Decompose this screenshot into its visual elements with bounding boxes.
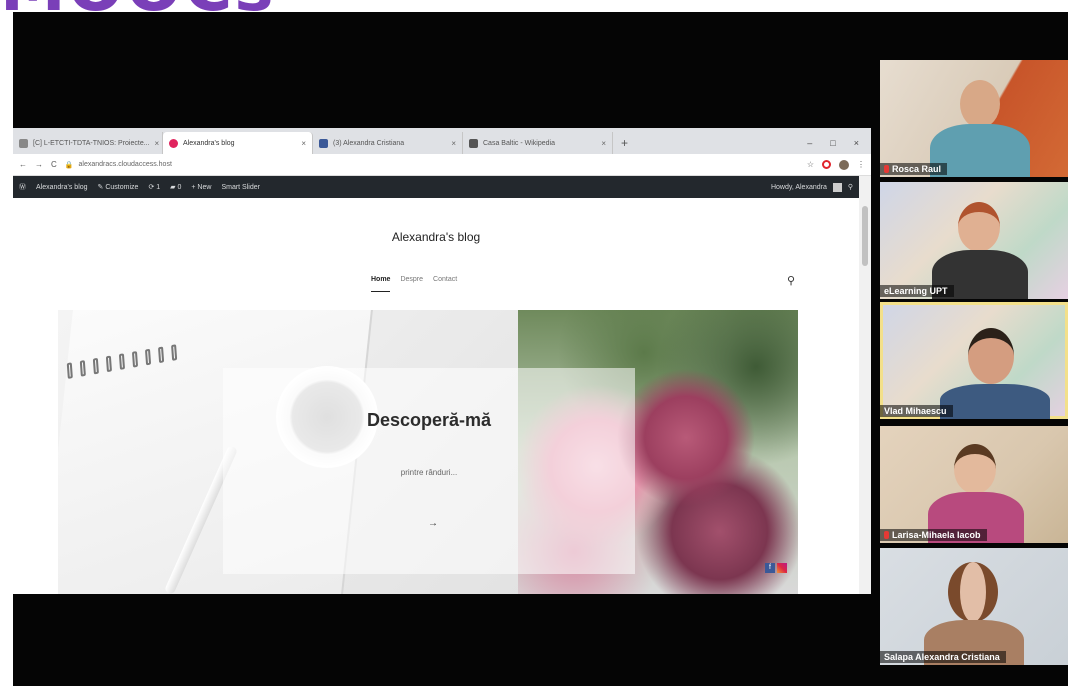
mic-muted-icon <box>884 531 889 539</box>
facebook-icon[interactable]: f <box>765 563 775 573</box>
participant-video <box>960 80 1000 128</box>
scrollbar-thumb[interactable] <box>862 206 868 266</box>
lock-icon: 🔒 <box>64 161 74 169</box>
shared-browser-window: [C] L-ETCTI-TDTA-TNIOS: Proiecte... × Al… <box>13 128 871 594</box>
participant-name-label: Vlad Mihaescu <box>880 405 953 417</box>
participant-tile[interactable]: Rosca Raul <box>880 60 1068 177</box>
admin-updates-link[interactable]: ⟳ 1 <box>148 183 160 191</box>
tab-label: Casa Baltic - Wikipedia <box>483 139 555 147</box>
admin-new-link[interactable]: + New <box>191 184 211 191</box>
admin-customize-link[interactable]: ✎ Customize <box>98 183 139 191</box>
browser-tab-active[interactable]: Alexandra's blog × <box>163 132 313 154</box>
participant-name-label: eLearning UPT <box>880 285 954 297</box>
site-title[interactable]: Alexandra's blog <box>13 230 859 244</box>
participant-name-label: Rosca Raul <box>880 163 948 175</box>
participant-tile[interactable]: eLearning UPT <box>880 182 1068 299</box>
instagram-icon[interactable] <box>777 563 787 573</box>
hero-arrow-icon[interactable]: → <box>428 518 438 529</box>
tab-label: Alexandra's blog <box>183 139 235 147</box>
browser-tab[interactable]: (3) Alexandra Cristiana × <box>313 132 463 154</box>
mic-muted-icon <box>884 165 889 173</box>
close-window-icon[interactable]: × <box>854 138 859 148</box>
participant-tile[interactable]: Larisa-Mihaela Iacob <box>880 426 1068 543</box>
opera-extension-icon[interactable] <box>822 160 831 169</box>
tab-close-icon[interactable]: × <box>155 139 160 148</box>
address-bar: ← → C 🔒 alexandracs.cloudaccess.host ☆ ⋮ <box>13 154 871 176</box>
admin-search-icon[interactable]: ⚲ <box>848 183 853 191</box>
admin-greeting[interactable]: Howdy, Alexandra <box>771 184 827 191</box>
browser-tab[interactable]: Casa Baltic - Wikipedia × <box>463 132 613 154</box>
page-scrollbar[interactable] <box>859 176 871 594</box>
tab-close-icon[interactable]: × <box>451 139 456 148</box>
minimize-icon[interactable]: – <box>807 138 812 148</box>
browser-tab[interactable]: [C] L-ETCTI-TDTA-TNIOS: Proiecte... × <box>13 132 163 154</box>
new-tab-button[interactable]: + <box>613 132 636 154</box>
wikipedia-favicon-icon <box>469 138 478 148</box>
back-icon[interactable]: ← <box>19 160 27 169</box>
site-navigation: Home Despre Contact <box>371 276 457 292</box>
tab-favicon-icon <box>19 138 28 148</box>
participant-video <box>968 328 1014 384</box>
site-search-icon[interactable]: ⚲ <box>787 274 795 287</box>
tab-label: (3) Alexandra Cristiana <box>333 139 405 147</box>
participant-name-label: Salapa Alexandra Cristiana <box>880 651 1006 663</box>
participant-tile[interactable]: Salapa Alexandra Cristiana <box>880 548 1068 665</box>
url-text: alexandracs.cloudaccess.host <box>78 161 172 168</box>
window-controls: – □ × <box>795 132 871 154</box>
participant-body <box>940 384 1050 419</box>
facebook-favicon-icon <box>319 138 328 148</box>
wordpress-admin-bar: Ⓦ Alexandra's blog ✎ Customize ⟳ 1 ▰ 0 +… <box>13 176 859 198</box>
participant-video <box>948 562 998 622</box>
hero-slider: Descoperă-mă printre rânduri... → f <box>58 310 798 594</box>
browser-tab-bar: [C] L-ETCTI-TDTA-TNIOS: Proiecte... × Al… <box>13 128 871 154</box>
tab-close-icon[interactable]: × <box>301 139 306 148</box>
profile-avatar-icon[interactable] <box>839 159 849 170</box>
nav-item-contact[interactable]: Contact <box>433 276 457 292</box>
participant-video <box>958 202 1000 252</box>
tab-label: [C] L-ETCTI-TDTA-TNIOS: Proiecte... <box>33 139 150 147</box>
participant-video <box>954 444 996 494</box>
nav-item-home[interactable]: Home <box>371 276 391 292</box>
admin-avatar[interactable] <box>832 182 842 192</box>
nav-item-despre[interactable]: Despre <box>400 276 423 292</box>
admin-comments-link[interactable]: ▰ 0 <box>170 183 181 191</box>
tab-close-icon[interactable]: × <box>601 139 606 148</box>
participant-tile-active-speaker[interactable]: Vlad Mihaescu <box>880 302 1068 419</box>
menu-kebab-icon[interactable]: ⋮ <box>857 160 865 169</box>
wordpress-logo-icon[interactable]: Ⓦ <box>19 182 26 192</box>
bookmark-star-icon[interactable]: ☆ <box>807 160 814 169</box>
participant-name-label: Larisa-Mihaela Iacob <box>880 529 987 541</box>
notebook-spiral <box>66 337 219 383</box>
maximize-icon[interactable]: □ <box>830 138 835 148</box>
hero-title: Descoperă-mă <box>366 410 492 430</box>
heart-favicon-icon <box>169 138 178 148</box>
url-input[interactable]: 🔒 alexandracs.cloudaccess.host <box>65 157 799 173</box>
admin-site-link[interactable]: Alexandra's blog <box>36 184 88 191</box>
admin-smart-slider-link[interactable]: Smart Slider <box>221 184 260 191</box>
forward-icon[interactable]: → <box>35 160 43 169</box>
hero-subtitle: printre rânduri... <box>400 468 458 477</box>
reload-icon[interactable]: C <box>51 160 57 169</box>
